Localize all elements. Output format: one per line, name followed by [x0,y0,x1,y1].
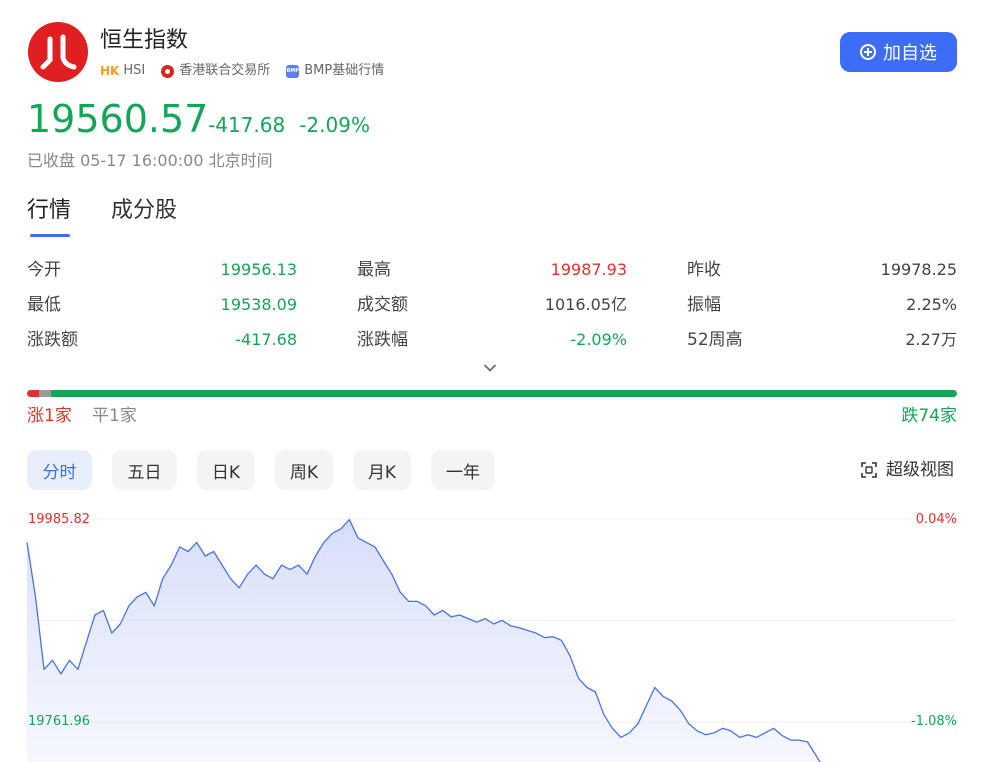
market-breadth-bar [27,390,957,397]
stat-label: 涨跌额 [27,330,78,350]
stat-value: 1016.05亿 [544,295,627,314]
breadth-up-segment [27,390,40,397]
add-watchlist-label: 加自选 [883,43,937,64]
y-axis-mid-label: 19761.96 [28,714,91,729]
bmp-icon: BMP [286,64,300,78]
intraday-chart[interactable] [0,500,991,762]
price-area [27,519,833,762]
market-status: 已收盘 05-17 16:00:00 北京时间 [27,151,273,170]
active-tab-indicator [30,234,70,237]
stat-label: 振幅 [687,295,721,315]
stat-value: 19956.13 [220,260,297,279]
period-5day-button[interactable]: 五日 [112,450,177,490]
stat-value: 19538.09 [220,295,297,314]
stat-value: 2.25% [906,295,957,314]
hsi-logo-icon [28,22,88,82]
period-intraday-button[interactable]: 分时 [27,450,92,490]
index-code: HSI [123,63,146,78]
price-change: -417.68 -2.09% [208,112,370,138]
breadth-down-segment [51,390,957,397]
stat-label: 涨跌幅 [357,330,408,350]
y-axis-max-label: 19985.82 [28,512,91,527]
stat-label: 昨收 [687,260,721,280]
period-monthly-k-button[interactable]: 月K [353,450,411,490]
tab-constituents[interactable]: 成分股 [111,196,177,226]
stat-value: -2.09% [570,330,627,349]
stat-value: 19987.93 [550,260,627,279]
stat-label: 今开 [27,260,61,280]
data-source: BMP基础行情 [304,63,385,78]
exchange-name: 香港联合交易所 [179,63,271,78]
period-daily-k-button[interactable]: 日K [197,450,255,490]
super-view-label: 超级视图 [886,460,954,480]
chevron-down-icon[interactable] [484,362,496,374]
index-title: 恒生指数 [100,28,189,53]
stat-value: 19978.25 [880,260,957,279]
stat-label: 52周高 [687,330,743,350]
stat-label: 最低 [27,295,61,315]
breadth-up-label: 涨1家 [27,406,72,426]
stat-value: 2.27万 [905,330,957,349]
change-percent: -2.09% [299,113,370,137]
tab-quote[interactable]: 行情 [27,196,71,226]
breadth-down-label: 跌74家 [901,406,957,426]
y-axis-max-pct-label: 0.04% [915,512,957,527]
index-meta: HK HSI 香港联合交易所 BMP BMP基础行情 [100,62,384,80]
super-view-button[interactable]: 超级视图 [861,458,954,482]
y-axis-mid-pct-label: -1.08% [911,714,957,729]
hkex-flag-icon [161,64,175,78]
plus-circle-icon [860,44,876,60]
stat-label: 最高 [357,260,391,280]
breadth-flat-segment [39,390,52,397]
add-watchlist-button[interactable]: 加自选 [840,32,957,72]
period-1year-button[interactable]: 一年 [431,450,495,490]
stat-label: 成交额 [357,295,408,315]
market-badge: HK [100,64,120,78]
current-price: 19560.57 [27,97,209,141]
stat-value: -417.68 [235,330,297,349]
change-amount: -417.68 [208,113,286,137]
fullscreen-icon [861,462,877,478]
breadth-flat-label: 平1家 [92,406,137,426]
period-weekly-k-button[interactable]: 周K [275,450,333,490]
